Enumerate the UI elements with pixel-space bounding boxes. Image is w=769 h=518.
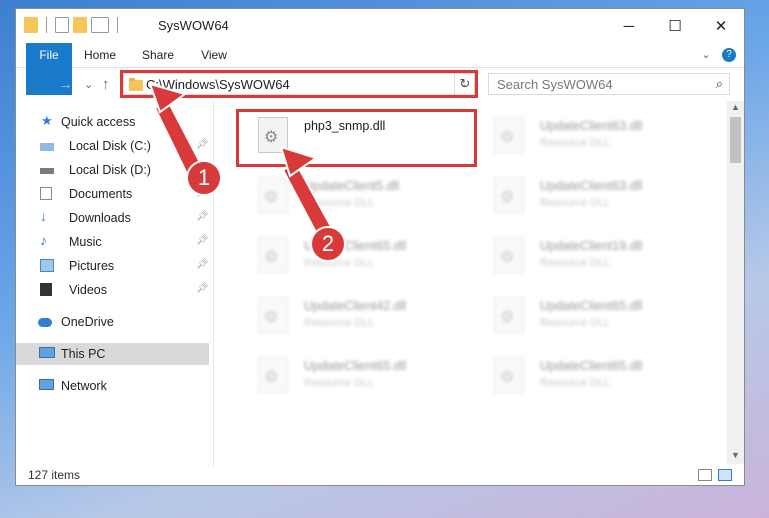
step-1-badge: 1	[186, 160, 222, 196]
step-2-badge: 2	[310, 226, 346, 262]
annotation-arrows	[148, 82, 336, 242]
